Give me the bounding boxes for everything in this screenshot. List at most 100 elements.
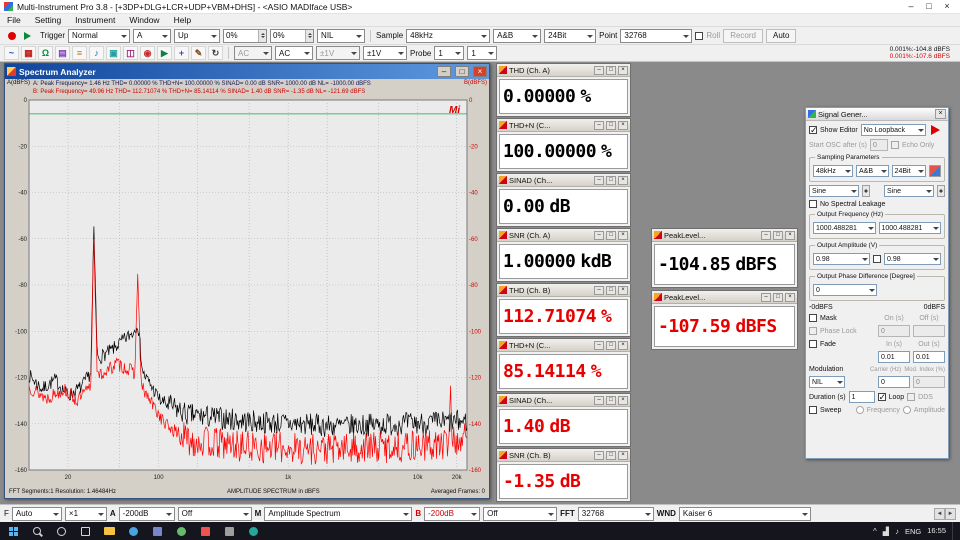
meter-close-button[interactable]: × bbox=[618, 341, 628, 350]
modulation-select[interactable]: NIL bbox=[809, 376, 845, 388]
maximize-button[interactable]: □ bbox=[920, 0, 938, 13]
stop-button[interactable] bbox=[4, 29, 19, 43]
trigger-level-stepper[interactable]: 0% bbox=[223, 29, 267, 43]
meter-maximize-button[interactable]: □ bbox=[606, 176, 616, 185]
generator-channels-select[interactable]: A&B bbox=[856, 165, 889, 177]
loopback-select[interactable]: No Loopback bbox=[861, 124, 926, 136]
mask-off-field[interactable] bbox=[913, 325, 945, 337]
meter-close-button[interactable]: × bbox=[785, 293, 795, 302]
waveform-b-select[interactable]: Sine bbox=[884, 185, 934, 197]
annotation-button[interactable]: ✎ bbox=[191, 46, 206, 60]
probe-a-select[interactable]: 1 bbox=[434, 46, 464, 60]
multimeter-button[interactable]: Ω bbox=[38, 46, 53, 60]
meter-minimize-button[interactable]: – bbox=[594, 451, 604, 460]
minimize-button[interactable]: – bbox=[902, 0, 920, 13]
record-length-select[interactable]: 32768 bbox=[620, 29, 692, 43]
show-desktop-button[interactable] bbox=[952, 522, 955, 540]
mod-index-field[interactable]: 0 bbox=[913, 376, 945, 388]
device-test-plan-button[interactable]: ▣ bbox=[106, 46, 121, 60]
fft-size-select[interactable]: 32768 bbox=[578, 507, 654, 521]
menu-window[interactable]: Window bbox=[122, 15, 166, 25]
meter-minimize-button[interactable]: – bbox=[594, 341, 604, 350]
run-button[interactable] bbox=[22, 29, 37, 43]
meter-maximize-button[interactable]: □ bbox=[606, 451, 616, 460]
meter-maximize-button[interactable]: □ bbox=[606, 66, 616, 75]
range-b-select[interactable]: ±1V bbox=[363, 46, 407, 60]
spectrum-restore-button[interactable]: □ bbox=[455, 66, 469, 77]
spectrum-close-button[interactable]: × bbox=[473, 66, 487, 77]
meter-titlebar[interactable]: THD+N (C... – □ × bbox=[497, 119, 630, 132]
signal-generator-titlebar[interactable]: Signal Gener... × bbox=[806, 108, 948, 121]
window-function-select[interactable]: Kaiser 6 bbox=[679, 507, 811, 521]
parameter-scrollbar[interactable]: ◄ ► bbox=[934, 508, 956, 520]
trigger-source-select[interactable]: A bbox=[133, 29, 171, 43]
meter-maximize-button[interactable]: □ bbox=[606, 341, 616, 350]
waveform-b-spinner[interactable] bbox=[937, 185, 945, 197]
amplitude-b-combo[interactable]: 0.98 bbox=[884, 253, 941, 265]
meter-close-button[interactable]: × bbox=[618, 286, 628, 295]
taskbar-browser-button[interactable] bbox=[124, 522, 142, 540]
vibrometer-button[interactable]: ▶ bbox=[157, 46, 172, 60]
fade-checkbox[interactable] bbox=[809, 340, 817, 348]
frequency-b-combo[interactable]: 1000.488281 bbox=[879, 222, 942, 234]
coupling-b-select[interactable]: AC bbox=[275, 46, 313, 60]
spectrum-minimize-button[interactable]: – bbox=[437, 66, 451, 77]
meter-titlebar[interactable]: THD (Ch. A) – □ × bbox=[497, 64, 630, 77]
sweep-amplitude-radio[interactable] bbox=[903, 406, 911, 414]
trigger-delay-arrows[interactable] bbox=[305, 30, 313, 42]
meter-minimize-button[interactable]: – bbox=[761, 231, 771, 240]
fade-out-field[interactable]: 0.01 bbox=[913, 351, 945, 363]
meter-titlebar[interactable]: SNR (Ch. B) – □ × bbox=[497, 449, 630, 462]
close-button[interactable]: × bbox=[938, 0, 956, 13]
meter-titlebar[interactable]: SINAD (Ch... – □ × bbox=[497, 174, 630, 187]
meter-titlebar[interactable]: SINAD (Ch... – □ × bbox=[497, 394, 630, 407]
trigger-mode-select[interactable]: Normal bbox=[68, 29, 130, 43]
meter-titlebar[interactable]: THD (Ch. B) – □ × bbox=[497, 284, 630, 297]
meter-titlebar[interactable]: PeakLevel... – □ × bbox=[652, 229, 797, 242]
amplitude-a-combo[interactable]: 0.98 bbox=[813, 253, 870, 265]
tray-expand-icon[interactable]: ^ bbox=[873, 527, 877, 536]
sampling-options-button[interactable] bbox=[929, 165, 941, 177]
spectrum-analyzer-titlebar[interactable]: Spectrum Analyzer – □ × bbox=[5, 64, 489, 79]
zoom-select[interactable]: ×1 bbox=[65, 507, 107, 521]
taskbar-task-view-button[interactable] bbox=[76, 522, 94, 540]
spectrum-plot[interactable]: 00-20-20-40-40-60-60-80-80-100-100-120-1… bbox=[5, 96, 487, 486]
generator-rate-select[interactable]: 48kHz bbox=[813, 165, 853, 177]
fade-in-field[interactable]: 0.01 bbox=[878, 351, 910, 363]
probe-b-select[interactable]: 1 bbox=[467, 46, 497, 60]
meter-titlebar[interactable]: THD+N (C... – □ × bbox=[497, 339, 630, 352]
meter-close-button[interactable]: × bbox=[618, 396, 628, 405]
taskbar-app-button-6[interactable] bbox=[172, 522, 190, 540]
taskbar-file-explorer-button[interactable] bbox=[100, 522, 118, 540]
spectrum-3d-plot-button[interactable]: ▤ bbox=[55, 46, 70, 60]
phase-difference-select[interactable]: 0 bbox=[813, 284, 877, 296]
meter-maximize-button[interactable]: □ bbox=[773, 293, 783, 302]
meter-maximize-button[interactable]: □ bbox=[606, 231, 616, 240]
channel-select[interactable]: A&B bbox=[493, 29, 541, 43]
meter-titlebar[interactable]: SNR (Ch. A) – □ × bbox=[497, 229, 630, 242]
app-titlebar[interactable]: Multi-Instrument Pro 3.8 - [+3DP+DLG+LCR… bbox=[0, 0, 960, 14]
channel-a-function-select[interactable]: Off bbox=[178, 507, 252, 521]
channel-b-function-select[interactable]: Off bbox=[483, 507, 557, 521]
sweep-frequency-radio[interactable] bbox=[856, 406, 864, 414]
bit-depth-select[interactable]: 24Bit bbox=[544, 29, 596, 43]
sample-rate-select[interactable]: 48kHz bbox=[406, 29, 490, 43]
taskbar-app-button-9[interactable] bbox=[244, 522, 262, 540]
meter-close-button[interactable]: × bbox=[618, 451, 628, 460]
roll-checkbox[interactable] bbox=[695, 32, 703, 40]
meter-maximize-button[interactable]: □ bbox=[773, 231, 783, 240]
meter-minimize-button[interactable]: – bbox=[594, 66, 604, 75]
scroll-right-button[interactable]: ► bbox=[945, 508, 956, 520]
start-osc-field[interactable]: 0 bbox=[870, 139, 888, 151]
sweep-checkbox[interactable] bbox=[809, 406, 817, 414]
duration-field[interactable]: 1 bbox=[849, 391, 875, 403]
meter-maximize-button[interactable]: □ bbox=[606, 121, 616, 130]
show-editor-checkbox[interactable] bbox=[809, 126, 817, 134]
taskbar-app-button-7[interactable] bbox=[196, 522, 214, 540]
trigger-delay-stepper[interactable]: 0% bbox=[270, 29, 314, 43]
carrier-field[interactable]: 0 bbox=[878, 376, 910, 388]
meter-minimize-button[interactable]: – bbox=[594, 286, 604, 295]
menu-instrument[interactable]: Instrument bbox=[68, 15, 122, 25]
meter-close-button[interactable]: × bbox=[618, 121, 628, 130]
lcr-meter-button[interactable]: ◫ bbox=[123, 46, 138, 60]
